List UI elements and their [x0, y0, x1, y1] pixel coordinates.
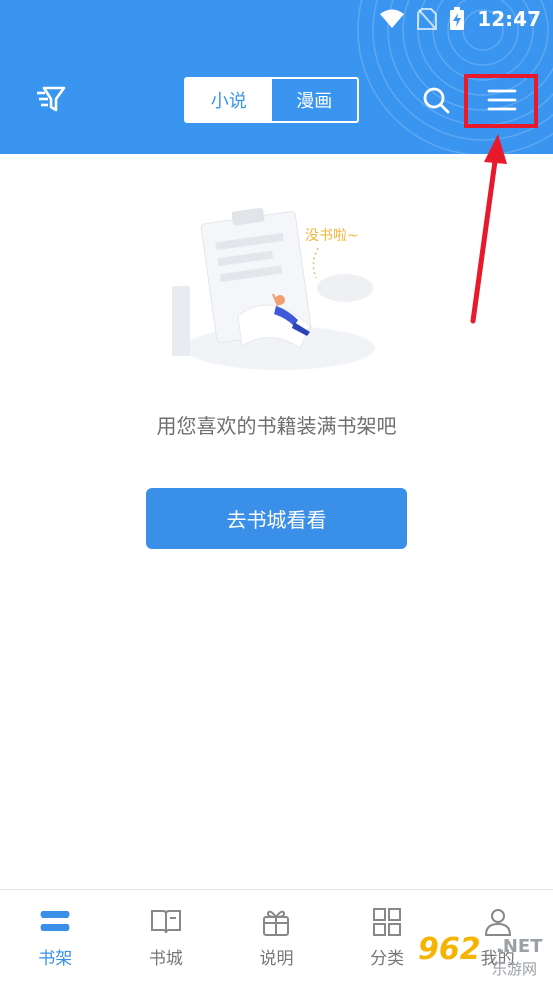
watermark-domain: .NET [496, 936, 543, 957]
status-bar: 12:47 [0, 0, 553, 38]
menu-highlight-box [464, 74, 538, 128]
no-sim-icon [417, 8, 438, 30]
empty-message: 用您喜欢的书籍装满书架吧 [156, 414, 397, 438]
open-book-icon [148, 906, 184, 938]
status-time: 12:47 [477, 7, 541, 31]
bookshelf-icon [37, 906, 73, 938]
tab-novel[interactable]: 小说 [186, 79, 272, 121]
nav-label: 书架 [38, 949, 73, 969]
search-button[interactable] [420, 84, 452, 116]
content-type-switch: 小说 漫画 [184, 77, 359, 123]
wifi-icon [379, 9, 405, 29]
nav-label: 书城 [148, 949, 183, 969]
battery-charging-icon [449, 7, 465, 31]
filter-icon [37, 86, 66, 112]
annotation-arrow-icon [470, 134, 507, 324]
grid-icon [369, 906, 405, 938]
tab-comic[interactable]: 漫画 [272, 79, 358, 121]
filter-button[interactable] [34, 84, 68, 114]
nav-item-bookshelf[interactable]: 书架 [0, 890, 111, 983]
nav-item-bookstore[interactable]: 书城 [111, 890, 222, 983]
watermark-number: 962 [418, 932, 481, 967]
watermark-subtitle: 乐游网 [492, 960, 538, 978]
go-bookstore-button[interactable]: 去书城看看 [146, 488, 407, 549]
nav-label: 分类 [370, 949, 405, 969]
empty-shelf-illustration: 没书啦~ [172, 207, 375, 370]
search-icon [423, 87, 450, 114]
gift-icon [258, 906, 294, 938]
nav-item-guide[interactable]: 说明 [221, 890, 332, 983]
illustration-caption: 没书啦~ [305, 227, 359, 244]
site-watermark: 962 .NET 乐游网 [418, 930, 548, 980]
nav-label: 说明 [259, 949, 294, 969]
